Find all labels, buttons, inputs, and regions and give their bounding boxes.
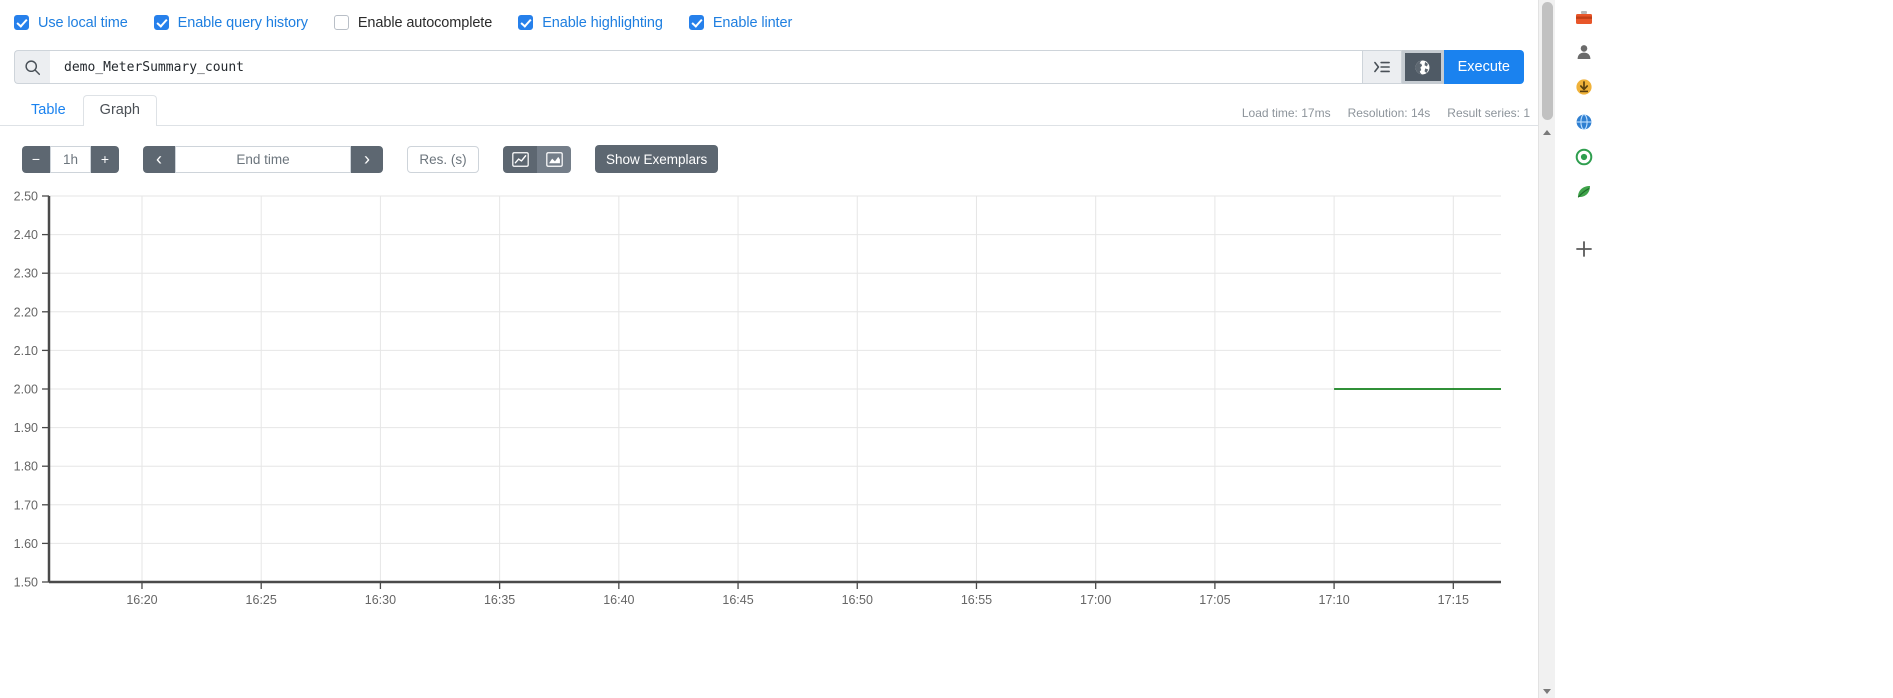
x-axis-tick-label: 17:05 xyxy=(1199,593,1230,607)
page-scrollbar[interactable] xyxy=(1538,0,1555,698)
graph-controls-toolbar: − 1h + ‹ End time › Res. (s) Show Exempl… xyxy=(0,126,1538,178)
x-axis-tick-label: 16:45 xyxy=(722,593,753,607)
scroll-down-arrow[interactable] xyxy=(1543,689,1551,694)
browser-extension-icons xyxy=(1564,0,1604,698)
query-stats: Load time: 17ms Resolution: 14s Result s… xyxy=(1242,106,1530,120)
add-icon[interactable] xyxy=(1573,238,1595,260)
x-axis-tick-label: 17:15 xyxy=(1438,593,1469,607)
option-enable-query-history[interactable]: Enable query history xyxy=(153,14,308,31)
line-chart-icon[interactable] xyxy=(503,145,537,173)
download-icon[interactable] xyxy=(1573,76,1595,98)
chart-type-toggle xyxy=(503,145,571,173)
scrollbar-thumb[interactable] xyxy=(1542,2,1553,120)
query-options-row: Use local time Enable query history Enab… xyxy=(0,0,1538,45)
y-axis-tick-label: 1.90 xyxy=(14,421,38,435)
format-expression-icon[interactable] xyxy=(1361,50,1402,84)
stat-load-time: Load time: 17ms xyxy=(1241,106,1331,120)
x-axis-tick-label: 16:50 xyxy=(842,593,873,607)
stat-result-series: Result series: 1 xyxy=(1447,106,1530,120)
previous-time-button[interactable]: ‹ xyxy=(143,145,175,173)
decrease-range-button[interactable]: − xyxy=(22,145,50,173)
y-axis-tick-label: 1.80 xyxy=(14,460,38,474)
next-time-button[interactable]: › xyxy=(351,145,383,173)
y-axis-tick-label: 1.60 xyxy=(14,537,38,551)
query-bar: demo_MeterSummary_count Execute xyxy=(14,50,1524,84)
globe-icon[interactable] xyxy=(1401,50,1444,84)
option-enable-autocomplete[interactable]: Enable autocomplete xyxy=(333,14,493,31)
end-time-input[interactable]: End time xyxy=(175,145,351,173)
option-use-local-time[interactable]: Use local time xyxy=(14,15,128,31)
target-icon[interactable] xyxy=(1573,146,1595,168)
option-label: Enable query history xyxy=(177,14,308,31)
y-axis-tick-label: 1.50 xyxy=(14,576,38,590)
execute-button[interactable]: Execute xyxy=(1443,50,1524,84)
leaf-icon[interactable] xyxy=(1573,181,1595,203)
y-axis-tick-label: 2.20 xyxy=(14,305,38,319)
option-label: Enable highlighting xyxy=(542,14,663,31)
checkbox-enable-autocomplete[interactable] xyxy=(333,15,349,30)
x-axis-tick-label: 16:55 xyxy=(961,593,992,607)
stat-resolution: Resolution: 14s xyxy=(1347,106,1431,120)
checkbox-enable-highlighting[interactable] xyxy=(518,15,534,30)
increase-range-button[interactable]: + xyxy=(91,145,119,173)
person-icon[interactable] xyxy=(1573,41,1595,63)
tab-table[interactable]: Table xyxy=(14,95,83,126)
range-stepper: − 1h + xyxy=(22,145,119,173)
resolution-input[interactable]: Res. (s) xyxy=(407,145,479,173)
result-tabs: Table Graph Load time: 17ms Resolution: … xyxy=(0,93,1538,126)
y-axis-tick-label: 2.50 xyxy=(14,190,38,204)
globe-extension-icon[interactable] xyxy=(1573,111,1595,133)
y-axis-tick-label: 2.00 xyxy=(14,383,38,397)
chart-gridlines xyxy=(49,195,1501,583)
show-exemplars-button[interactable]: Show Exemplars xyxy=(595,145,719,173)
option-enable-highlighting[interactable]: Enable highlighting xyxy=(518,15,663,31)
end-time-picker: ‹ End time › xyxy=(143,145,383,173)
y-axis-tick-label: 2.10 xyxy=(14,344,38,358)
checkbox-enable-linter[interactable] xyxy=(688,15,704,30)
x-axis-tick-label: 16:35 xyxy=(484,593,515,607)
graph-panel[interactable]: 2.50 2.40 2.30 2.20 2.10 2.00 1.90 1.80 1.70 1.60… xyxy=(0,182,1538,627)
y-axis-tick-label: 1.70 xyxy=(14,498,38,512)
search-icon xyxy=(14,50,50,84)
checkbox-enable-query-history[interactable] xyxy=(153,15,169,30)
stacked-area-chart-icon[interactable] xyxy=(537,145,571,173)
option-enable-linter[interactable]: Enable linter xyxy=(688,14,793,31)
option-label: Enable autocomplete xyxy=(357,14,493,31)
x-axis-tick-label: 16:40 xyxy=(603,593,634,607)
x-axis-tick-label: 17:00 xyxy=(1080,593,1111,607)
x-axis-tick-label: 16:20 xyxy=(126,593,157,607)
y-axis-tick-labels: 2.50 2.40 2.30 2.20 2.10 2.00 1.90 1.80 1.70 1.60… xyxy=(14,190,49,590)
rail-empty-area xyxy=(1604,0,1893,698)
checkbox-use-local-time[interactable] xyxy=(14,15,29,30)
scroll-up-arrow[interactable] xyxy=(1543,130,1551,135)
range-input[interactable]: 1h xyxy=(50,145,91,173)
main-content: Use local time Enable query history Enab… xyxy=(0,0,1538,698)
y-axis-tick-label: 2.40 xyxy=(14,228,38,242)
x-axis-tick-label: 16:30 xyxy=(365,593,396,607)
time-series-chart[interactable]: 2.50 2.40 2.30 2.20 2.10 2.00 1.90 1.80 1.70 1.60… xyxy=(0,182,1538,627)
x-axis-tick-label: 17:10 xyxy=(1318,593,1349,607)
prometheus-expression-browser: Use local time Enable query history Enab… xyxy=(0,0,1893,698)
query-input[interactable]: demo_MeterSummary_count xyxy=(50,50,1362,84)
option-label: Enable linter xyxy=(712,14,793,31)
x-axis-tick-label: 16:25 xyxy=(246,593,277,607)
x-axis-tick-labels: 16:20 16:25 16:30 16:35 16:40 16:45 16:50 16:55… xyxy=(126,582,1469,607)
y-axis-tick-label: 2.30 xyxy=(14,267,38,281)
option-label: Use local time xyxy=(38,14,128,31)
tab-graph[interactable]: Graph xyxy=(82,94,157,126)
right-rail xyxy=(1538,0,1893,698)
toolbox-icon[interactable] xyxy=(1573,6,1595,28)
